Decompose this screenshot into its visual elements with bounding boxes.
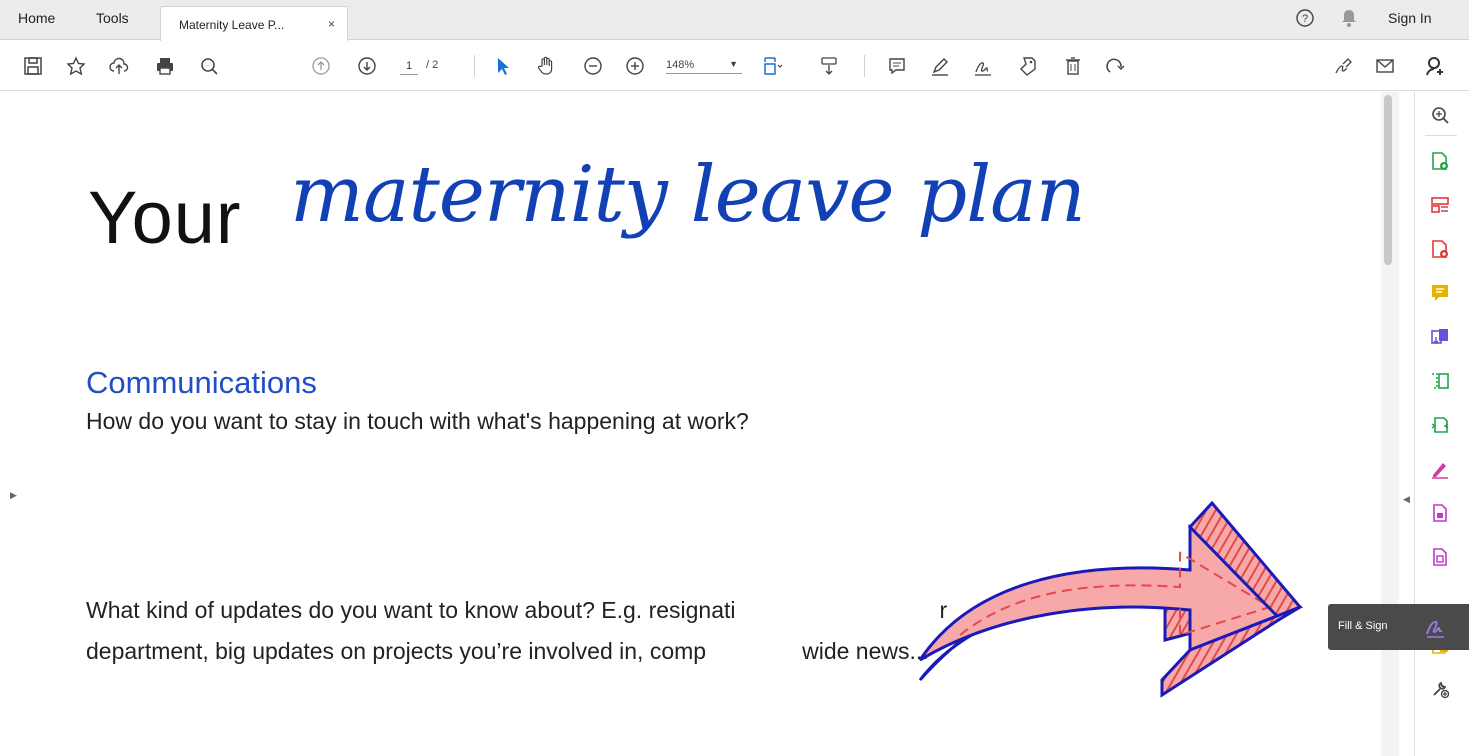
compress-icon[interactable] [1427, 368, 1453, 394]
scroll-mode-icon[interactable] [816, 53, 842, 79]
delete-icon[interactable] [1060, 53, 1086, 79]
link-icon[interactable] [1330, 53, 1356, 79]
tools-menu[interactable]: Tools [96, 10, 129, 26]
rail-divider [1425, 135, 1457, 136]
more-tools-icon[interactable] [1427, 676, 1453, 702]
fill-sign-icon [1426, 621, 1444, 638]
zoom-search-icon[interactable]: ··· [196, 53, 222, 79]
question-circle-icon[interactable]: ? [1295, 8, 1315, 33]
bell-icon[interactable] [1340, 8, 1358, 33]
sign-icon[interactable] [1427, 456, 1453, 482]
tab-close-button[interactable]: × [328, 17, 335, 31]
page-up-icon[interactable] [308, 53, 334, 79]
export-pdf-icon[interactable] [1427, 236, 1453, 262]
sign-icon[interactable] [970, 53, 996, 79]
highlight-pen-icon[interactable] [927, 53, 953, 79]
toolbar-divider [474, 55, 475, 77]
toolbar-divider [864, 55, 865, 77]
rotate-icon[interactable] [1102, 53, 1128, 79]
zoom-icon[interactable] [1427, 102, 1453, 128]
scan-icon[interactable] [1427, 412, 1453, 438]
pointer-arrow-icon [918, 500, 1304, 698]
fill-sign-label: Fill & Sign [1338, 620, 1388, 632]
section-heading: Communications [86, 365, 317, 400]
tools-rail [1414, 92, 1469, 756]
sign-in-link[interactable]: Sign In [1388, 10, 1432, 26]
fit-page-icon[interactable] [760, 53, 786, 79]
upload-cloud-icon[interactable] [106, 53, 132, 79]
comment-icon[interactable] [1427, 280, 1453, 306]
create-pdf-icon[interactable] [1427, 148, 1453, 174]
title-plain-text: Your [88, 176, 242, 259]
page-down-icon[interactable] [354, 53, 380, 79]
question-text-part: What kind of updates do you want to know… [86, 597, 736, 623]
right-panel-toggle-icon[interactable]: ◀ [1403, 494, 1410, 505]
protect-icon[interactable] [1427, 500, 1453, 526]
prepare-form-icon[interactable] [1427, 544, 1453, 570]
comment-icon[interactable] [884, 53, 910, 79]
svg-text:···: ··· [205, 63, 211, 69]
document-tab[interactable]: Maternity Leave P... × [160, 6, 348, 41]
zoom-dropdown[interactable]: 148% ▼ [666, 59, 742, 74]
svg-text:?: ? [1302, 13, 1308, 25]
tab-title: Maternity Leave P... [179, 18, 285, 32]
zoom-value: 148% [666, 59, 695, 71]
email-icon[interactable] [1372, 53, 1398, 79]
print-icon[interactable] [152, 53, 178, 79]
select-cursor-icon[interactable] [490, 53, 516, 79]
combine-icon[interactable] [1427, 324, 1453, 350]
question-text: What kind of updates do you want to know… [86, 597, 947, 624]
question-text: How do you want to stay in touch with wh… [86, 408, 749, 434]
home-menu[interactable]: Home [18, 10, 55, 26]
zoom-in-icon[interactable] [622, 53, 648, 79]
question-text-part: department, big updates on projects you’… [86, 638, 707, 664]
add-user-icon[interactable] [1422, 53, 1448, 79]
chevron-down-icon: ▼ [729, 59, 738, 69]
save-icon[interactable] [20, 53, 46, 79]
title-script-text: maternity leave plan [290, 150, 1086, 240]
stamp-icon[interactable] [1014, 53, 1040, 79]
left-panel-toggle-icon[interactable]: ▶ [10, 490, 17, 501]
menu-bar: Home Tools Maternity Leave P... × ? Sign… [0, 0, 1469, 41]
toolbar: ··· / 2 148% ▼ [0, 41, 1469, 91]
bookmark-star-icon[interactable] [63, 53, 89, 79]
organize-icon[interactable] [1427, 192, 1453, 218]
zoom-out-icon[interactable] [580, 53, 606, 79]
question-text: department, big updates on projects you’… [86, 638, 929, 665]
total-pages: / 2 [426, 59, 439, 71]
fill-sign-tool-button[interactable]: Fill & Sign [1328, 604, 1469, 650]
hand-icon[interactable] [533, 53, 559, 79]
scrollbar-thumb[interactable] [1384, 95, 1392, 265]
page-number-input[interactable] [400, 57, 418, 75]
